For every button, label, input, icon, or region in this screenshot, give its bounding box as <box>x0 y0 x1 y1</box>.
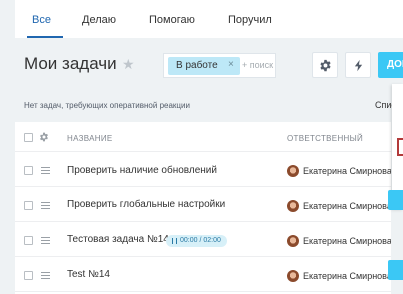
add-task-button[interactable]: ДОБАВИТЬ <box>378 52 403 78</box>
tab-bar: Все Делаю Помогаю Поручил <box>15 0 403 38</box>
row-checkbox[interactable] <box>24 166 33 175</box>
grid-header: НАЗВАНИЕ ОТВЕТСТВЕННЫЙ <box>15 122 391 152</box>
page-title: Мои задачи <box>24 54 117 73</box>
pause-icon <box>172 238 177 244</box>
tab-helping[interactable]: Помогаю <box>149 14 195 26</box>
row-checkbox[interactable] <box>24 236 33 245</box>
task-timer[interactable]: 00:00 / 02:00 <box>166 235 227 247</box>
filter-search-box[interactable]: В работе × + поиск <box>163 53 276 78</box>
active-tab-indicator <box>27 36 63 38</box>
avatar <box>287 165 299 177</box>
task-title-link[interactable]: Проверить глобальные настройки <box>67 199 225 210</box>
drag-handle-icon[interactable] <box>41 202 50 209</box>
responsible-name[interactable]: Екатерина Смирнова <box>303 201 391 211</box>
add-task-label: ДОБАВИТЬ <box>387 59 403 70</box>
drag-handle-icon[interactable] <box>41 272 50 279</box>
filter-chip: В работе × <box>168 57 240 75</box>
timer-value: 00:00 / 02:00 <box>180 237 221 244</box>
no-urgent-tasks-notice: Нет задач, требующих оперативной реакции <box>24 101 190 110</box>
responsible-name[interactable]: Екатерина Смирнова <box>303 166 391 176</box>
avatar <box>287 235 299 247</box>
row-action-button[interactable] <box>388 260 403 280</box>
column-header-name[interactable]: НАЗВАНИЕ <box>67 134 113 143</box>
table-row[interactable]: Проверить наличие обновлений Екатерина С… <box>15 153 391 187</box>
tab-all[interactable]: Все <box>32 14 51 26</box>
close-icon[interactable]: × <box>228 59 234 70</box>
row-action-button[interactable] <box>388 190 403 210</box>
row-checkbox[interactable] <box>24 201 33 210</box>
task-grid: НАЗВАНИЕ ОТВЕТСТВЕННЫЙ Проверить наличие… <box>15 122 391 294</box>
tab-assigned[interactable]: Поручил <box>228 14 272 26</box>
gear-icon <box>320 59 331 72</box>
settings-button[interactable] <box>312 52 338 78</box>
avatar <box>287 270 299 282</box>
table-row[interactable]: Проверить глобальные настройки Екатерина… <box>15 188 391 222</box>
row-checkbox[interactable] <box>24 271 33 280</box>
responsible-name[interactable]: Екатерина Смирнова <box>303 271 391 281</box>
quick-action-button[interactable] <box>345 52 371 78</box>
drag-handle-icon[interactable] <box>41 237 50 244</box>
table-row[interactable]: Test №14 Екатерина Смирнова <box>15 258 391 292</box>
lightning-icon <box>354 59 363 72</box>
tab-doing[interactable]: Делаю <box>82 14 116 26</box>
popup-highlight-marker <box>397 138 403 156</box>
avatar <box>287 200 299 212</box>
select-all-checkbox[interactable] <box>24 133 33 142</box>
gear-icon[interactable] <box>39 132 49 142</box>
task-title-link[interactable]: Test №14 <box>67 269 110 280</box>
responsible-name[interactable]: Екатерина Смирнова <box>303 236 391 246</box>
drag-handle-icon[interactable] <box>41 167 50 174</box>
task-title-link[interactable]: Тестовая задача №14 <box>67 234 169 245</box>
filter-chip-label: В работе <box>176 60 218 71</box>
search-input[interactable]: + поиск <box>242 60 273 70</box>
task-title-link[interactable]: Проверить наличие обновлений <box>67 165 217 176</box>
star-icon[interactable]: ★ <box>122 56 135 73</box>
column-header-responsible[interactable]: ОТВЕТСТВЕННЫЙ <box>287 134 363 143</box>
table-row[interactable]: Тестовая задача №14 00:00 / 02:00 Екатер… <box>15 223 391 257</box>
